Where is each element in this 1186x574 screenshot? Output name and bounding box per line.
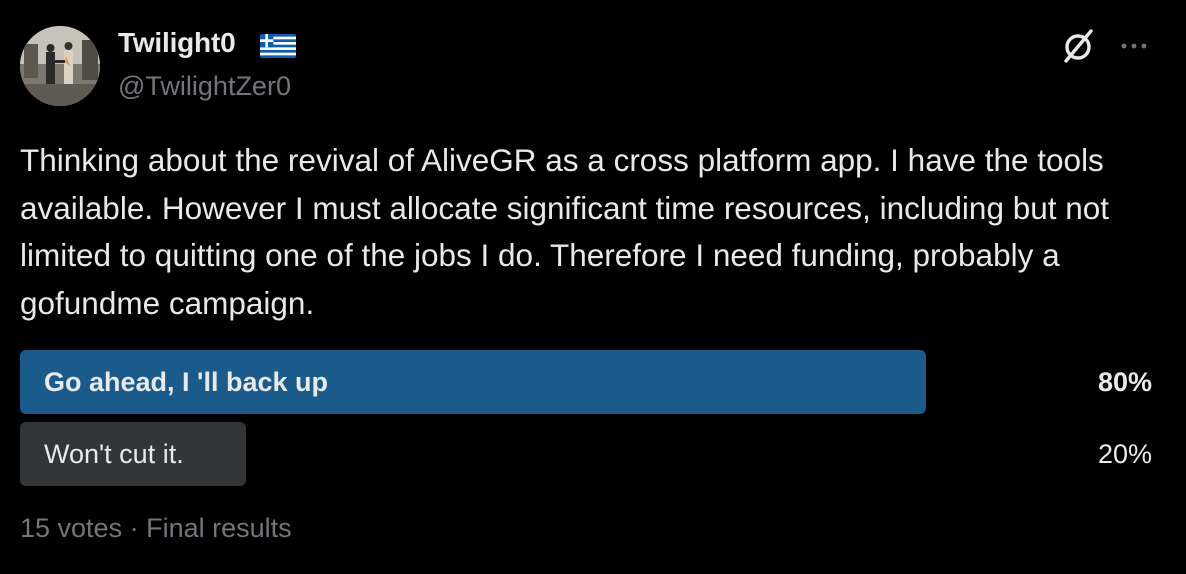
display-name[interactable]: Twilight0 (118, 27, 236, 59)
poll-option-percent: 20% (1097, 439, 1152, 469)
poll-option-label: Go ahead, I 'll back up (44, 367, 328, 397)
tweet-text: Thinking about the revival of AliveGR as… (20, 142, 1110, 321)
user-handle[interactable]: @TwilightZer0 (118, 71, 291, 102)
poll-option-percent: 80% (1097, 367, 1152, 397)
poll-option-go-ahead[interactable]: Go ahead, I 'll back up 80% (20, 350, 1152, 414)
separator-dot: · (129, 513, 139, 543)
vote-count: 15 votes (20, 513, 123, 543)
poll-footer: 15 votes · Final results (20, 513, 292, 544)
avatar[interactable] (20, 26, 100, 106)
album-cover-avatar (20, 26, 100, 106)
poll-option-label: Won't cut it. (44, 439, 184, 469)
poll-status: Final results (146, 513, 292, 543)
more-horizontal-icon[interactable] (1116, 34, 1152, 58)
poll-option-wont-cut-it[interactable]: Won't cut it. 20% (20, 422, 1152, 486)
tweet-card: Twilight0 @TwilightZer0 Thinking about t… (0, 0, 1186, 574)
greece-flag-icon (260, 34, 296, 58)
grok-icon[interactable] (1058, 26, 1098, 66)
